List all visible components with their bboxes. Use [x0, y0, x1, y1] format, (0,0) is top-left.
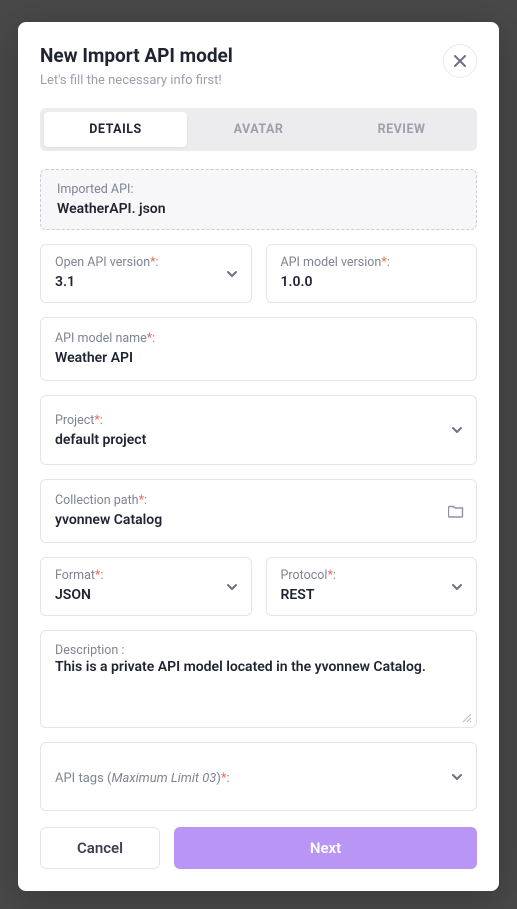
collection-path-value: yvonnew Catalog	[55, 512, 462, 528]
chevron-down-icon	[225, 580, 239, 594]
api-tags-label: API tags (Maximum Limit 03)*:	[55, 771, 230, 786]
chevron-down-icon	[450, 580, 464, 594]
format-value: JSON	[55, 587, 237, 603]
protocol-label: Protocol	[281, 568, 328, 583]
chevron-down-icon	[450, 770, 464, 784]
import-api-modal: New Import API model Let's fill the nece…	[18, 22, 499, 891]
cancel-button[interactable]: Cancel	[40, 827, 160, 869]
project-label: Project	[55, 413, 94, 428]
tab-avatar[interactable]: AVATAR	[187, 112, 330, 147]
modal-subtitle: Let's fill the necessary info first!	[40, 73, 233, 88]
resize-handle-icon[interactable]	[462, 713, 472, 723]
collection-path-label: Collection path	[55, 493, 139, 508]
protocol-select[interactable]: Protocol*: REST	[266, 557, 478, 616]
imported-api-label: Imported API:	[57, 182, 460, 197]
imported-api-box: Imported API: WeatherAPI. json	[40, 169, 477, 230]
api-model-name-label: API model name	[55, 331, 147, 346]
api-model-version-input[interactable]: API model version*: 1.0.0	[266, 244, 478, 303]
next-button[interactable]: Next	[174, 827, 477, 869]
format-select[interactable]: Format*: JSON	[40, 557, 252, 616]
close-icon	[453, 54, 467, 68]
api-model-version-label: API model version	[281, 255, 382, 270]
project-select[interactable]: Project*: default project	[40, 395, 477, 465]
api-model-name-input[interactable]: API model name*: Weather API	[40, 317, 477, 381]
folder-icon	[448, 503, 464, 519]
close-button[interactable]	[443, 44, 477, 78]
project-value: default project	[55, 432, 462, 448]
modal-title: New Import API model	[40, 44, 233, 67]
api-tags-select[interactable]: API tags (Maximum Limit 03)*:	[40, 742, 477, 811]
description-value: This is a private API model located in t…	[55, 658, 462, 677]
chevron-down-icon	[225, 267, 239, 281]
tab-details[interactable]: DETAILS	[44, 112, 187, 147]
tab-review[interactable]: REVIEW	[330, 112, 473, 147]
wizard-tabs: DETAILS AVATAR REVIEW	[40, 108, 477, 151]
description-label: Description :	[55, 643, 462, 658]
chevron-down-icon	[450, 423, 464, 437]
openapi-version-select[interactable]: Open API version*: 3.1	[40, 244, 252, 303]
collection-path-input[interactable]: Collection path*: yvonnew Catalog	[40, 479, 477, 543]
api-model-name-value: Weather API	[55, 350, 462, 366]
description-textarea[interactable]: Description : This is a private API mode…	[40, 630, 477, 728]
api-model-version-value: 1.0.0	[281, 274, 463, 290]
format-label: Format	[55, 568, 95, 583]
openapi-version-value: 3.1	[55, 274, 237, 290]
openapi-version-label: Open API version	[55, 255, 150, 270]
imported-api-value: WeatherAPI. json	[57, 201, 460, 217]
protocol-value: REST	[281, 587, 463, 603]
